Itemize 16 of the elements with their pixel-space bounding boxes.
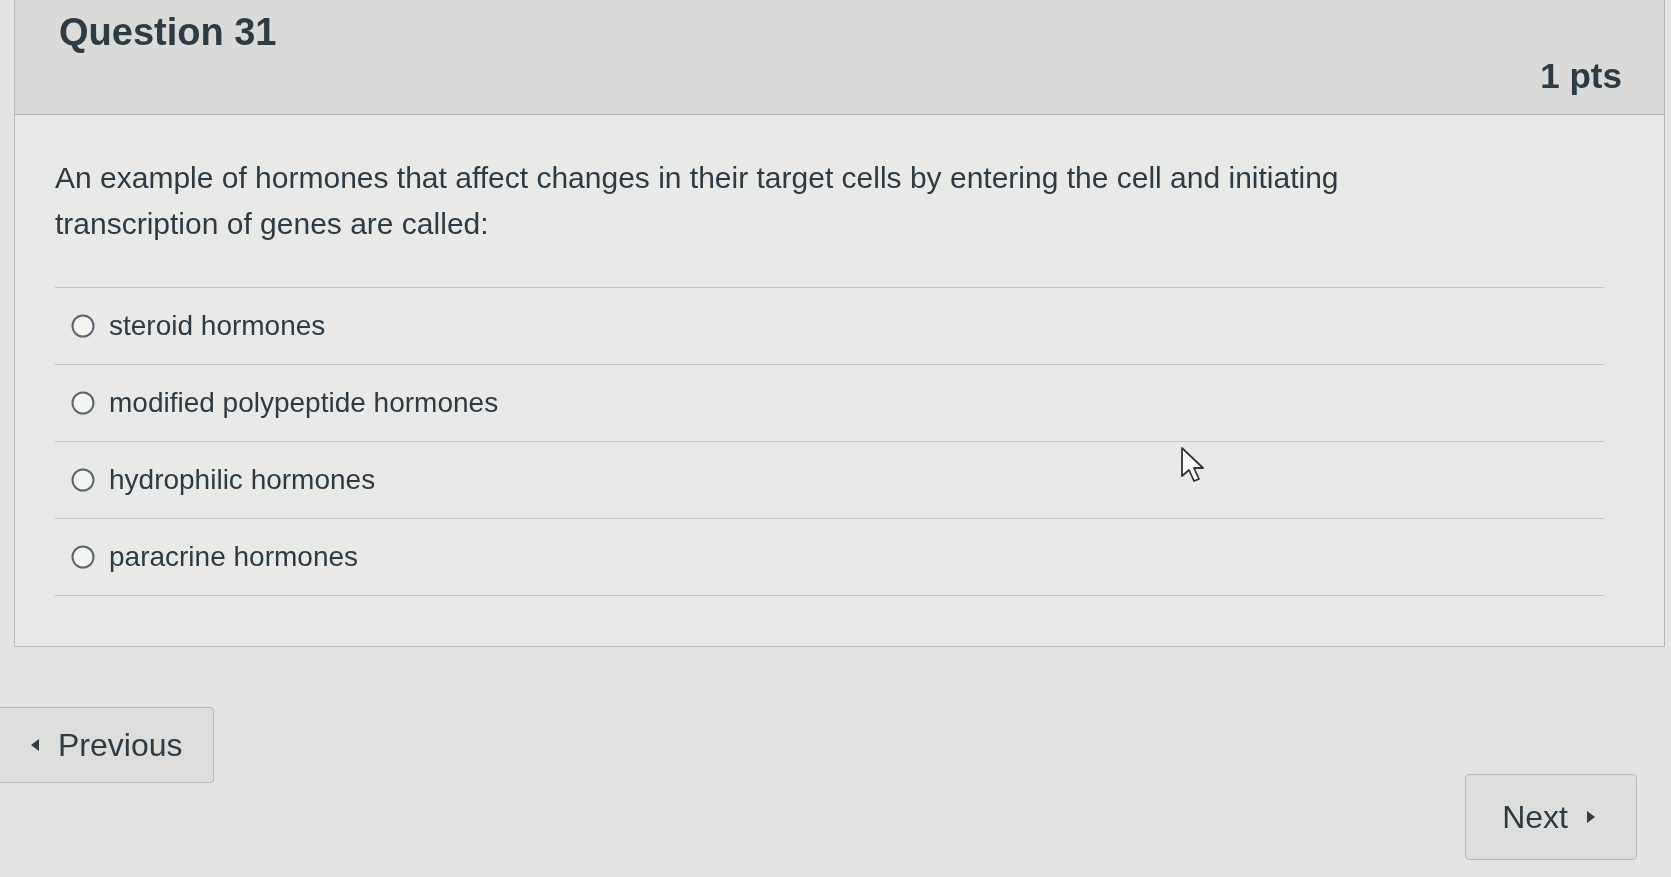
answer-option[interactable]: steroid hormones	[71, 310, 326, 342]
answer-option[interactable]: paracrine hormones	[71, 541, 359, 573]
radio-button-icon[interactable]	[71, 314, 95, 338]
question-text: An example of hormones that affect changes in their target cells by entering the cell and initiating transcription of genes are called:	[55, 160, 1340, 242]
answer-option[interactable]: hydrophilic hormones	[71, 464, 376, 496]
next-button[interactable]: Next	[1465, 774, 1637, 860]
answer-option[interactable]: modified polypeptide hormones	[71, 387, 499, 419]
mouse-pointer-icon	[1180, 446, 1206, 484]
radio-button-icon[interactable]	[71, 391, 95, 415]
caret-right-icon	[1586, 810, 1596, 824]
previous-button[interactable]: Previous	[0, 707, 214, 783]
caret-left-icon	[30, 738, 40, 752]
radio-button-icon[interactable]	[71, 545, 95, 569]
question-title: Question 31	[59, 10, 277, 54]
points-label: 1 pts	[1540, 56, 1622, 96]
radio-button-icon[interactable]	[71, 468, 95, 492]
